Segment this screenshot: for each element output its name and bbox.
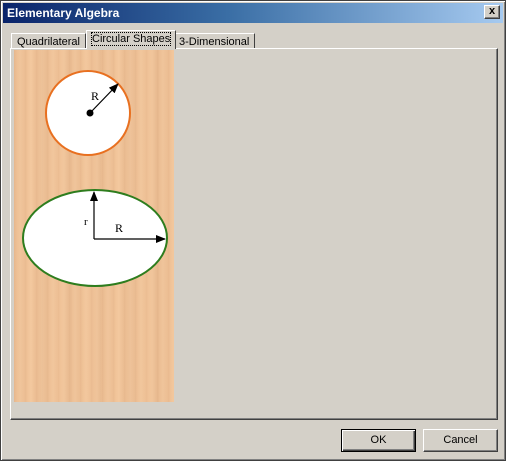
ok-button-label: OK [370,434,387,446]
cancel-button[interactable]: Cancel [423,429,498,452]
tab-quadrilateral-label: Quadrilateral [17,36,80,48]
circle-radius-label: R [91,89,99,103]
tab-3-dimensional-label: 3-Dimensional [179,36,250,48]
shapes-illustration: R r R [14,50,174,402]
cancel-button-label: Cancel [443,434,478,446]
close-icon: x [488,5,496,17]
dialog-window: Elementary Algebra x Quadrilateral Circu… [0,0,506,461]
shapes-diagram: R r R [22,70,168,287]
window-title: Elementary Algebra [7,6,120,20]
ellipse-shape [22,189,168,287]
ok-button[interactable]: OK [341,429,416,452]
tab-circular-shapes-label: Circular Shapes [90,32,172,46]
ellipse-major-label: R [115,221,123,235]
title-bar[interactable]: Elementary Algebra x [3,3,503,23]
close-button[interactable]: x [484,5,500,19]
tab-circular-shapes[interactable]: Circular Shapes [86,30,177,49]
ellipse-minor-label: r [84,216,88,228]
